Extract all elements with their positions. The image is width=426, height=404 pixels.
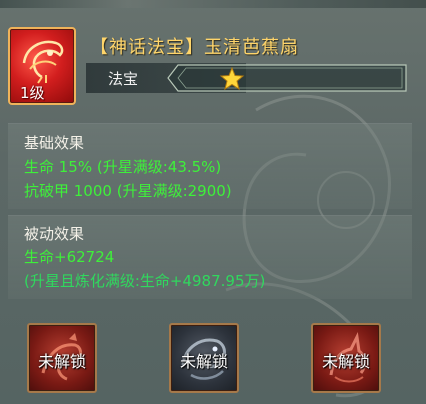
basic-effects-heading: 基础效果 bbox=[24, 134, 85, 152]
item-level-badge: 1级 bbox=[20, 84, 45, 102]
passive-effect-line: (升星且炼化满级:生命+4987.95万) bbox=[24, 272, 266, 290]
slot-locked-label: 未解锁 bbox=[37, 352, 86, 371]
locked-slot-3[interactable]: 未解锁 bbox=[311, 323, 381, 393]
fan-artifact-art bbox=[22, 40, 64, 84]
artifact-detail-panel: 1级 【神话法宝】玉清芭蕉扇 法宝 基础效果 生命 15% (升星满级:43.5… bbox=[0, 0, 426, 404]
passive-effect-line: 生命+62724 bbox=[24, 248, 115, 266]
passive-effects-heading: 被动效果 bbox=[24, 225, 85, 243]
locked-slot-2[interactable]: 未解锁 bbox=[169, 323, 239, 393]
slot-locked-label: 未解锁 bbox=[321, 352, 370, 371]
top-frame-strip bbox=[0, 0, 426, 8]
star-rating-frame bbox=[167, 64, 407, 92]
fan-artifact-icon[interactable]: 1级 bbox=[8, 27, 76, 105]
item-type-label: 法宝 bbox=[108, 70, 139, 88]
item-title: 【神话法宝】玉清芭蕉扇 bbox=[90, 37, 299, 58]
locked-slot-1[interactable]: 未解锁 bbox=[27, 323, 97, 393]
basic-effect-line: 抗破甲 1000 (升星满级:2900) bbox=[24, 182, 232, 200]
basic-effects-card: 基础效果 生命 15% (升星满级:43.5%) 抗破甲 1000 (升星满级:… bbox=[8, 123, 412, 209]
passive-effects-card: 被动效果 生命+62724 (升星且炼化满级:生命+4987.95万) bbox=[8, 215, 412, 299]
slot-locked-label: 未解锁 bbox=[179, 352, 228, 371]
basic-effect-line: 生命 15% (升星满级:43.5%) bbox=[24, 158, 222, 176]
